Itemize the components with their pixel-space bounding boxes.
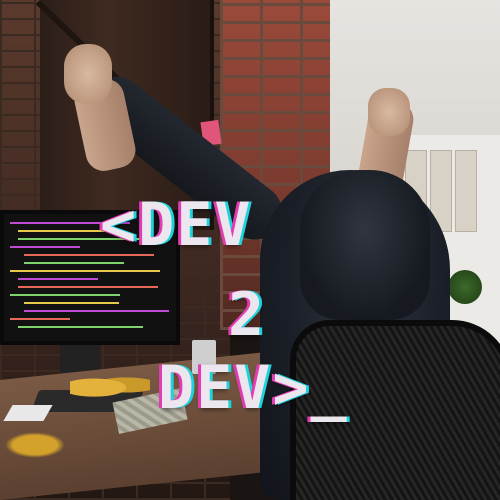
potted-plant — [448, 270, 482, 304]
code-line — [24, 254, 154, 256]
hood — [300, 170, 430, 320]
code-line — [18, 326, 143, 328]
code-line — [18, 286, 158, 288]
code-line — [18, 278, 98, 280]
coin-stacks — [70, 372, 150, 398]
code-line — [10, 246, 80, 248]
code-line — [10, 270, 160, 272]
code-monitor — [0, 210, 180, 345]
binder — [455, 150, 477, 232]
code-line — [24, 302, 119, 304]
poster-scene: <DEV 2 DEV>_ — [0, 0, 500, 500]
code-line — [18, 238, 158, 240]
code-line — [10, 222, 130, 224]
code-line — [18, 230, 108, 232]
code-line — [10, 318, 70, 320]
code-line — [10, 294, 120, 296]
code-line — [24, 262, 124, 264]
fist-left — [64, 44, 112, 104]
pen-cup — [192, 340, 216, 374]
office-chair — [290, 320, 500, 500]
code-line — [24, 310, 169, 312]
fist-right — [368, 88, 410, 136]
gold-coins — [0, 430, 70, 460]
